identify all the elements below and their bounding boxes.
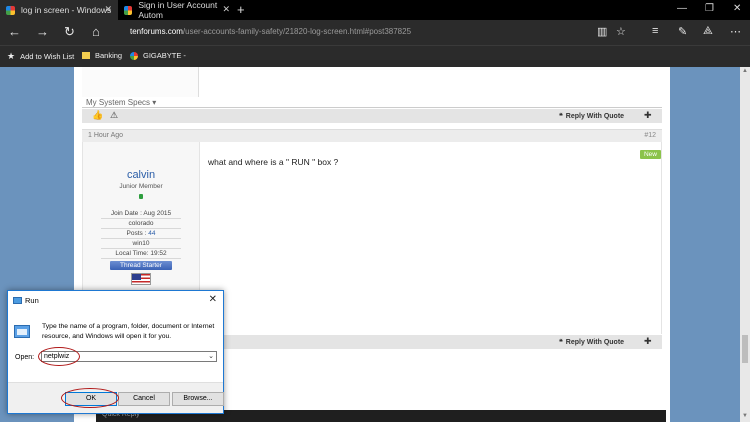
user-title: Junior Member	[119, 183, 163, 190]
reading-view-icon[interactable]: ▥	[597, 25, 607, 38]
tab-title: Sign in User Account Autom	[138, 0, 218, 20]
cancel-button[interactable]: Cancel	[118, 392, 170, 406]
previous-post-userpane	[82, 67, 199, 97]
favorites-bar: ★ Add to Wish List Banking GIGABYTE -	[0, 45, 750, 67]
online-status-icon	[139, 194, 143, 199]
google-icon	[130, 51, 138, 60]
hub-icon[interactable]: ≡	[652, 25, 658, 37]
close-tab-icon[interactable]: ✕	[222, 4, 230, 15]
post-time: 1 Hour Ago	[88, 132, 124, 139]
windows-favicon-icon	[124, 5, 133, 15]
divider	[82, 107, 662, 108]
tab-strip: log in screen - Windows ✕ Sign in User A…	[0, 0, 750, 20]
url-domain: tenforums.com	[130, 27, 183, 36]
system-specs-link[interactable]: My System Specs ▾	[86, 98, 156, 107]
star-icon: ★	[7, 51, 16, 61]
favorite-banking[interactable]: Banking	[82, 51, 122, 60]
reply-with-quote-button[interactable]: Reply With Quote	[559, 338, 624, 346]
post-header: 1 Hour Ago #12	[82, 129, 662, 142]
page-scrollbar[interactable]: ▲ ▼	[740, 67, 750, 422]
run-app-icon	[13, 297, 22, 304]
forward-arrow-icon[interactable]: →	[36, 24, 49, 39]
tab-sign-in-user-account[interactable]: Sign in User Account Autom ✕	[118, 0, 236, 20]
reply-with-quote-button[interactable]: Reply With Quote	[559, 112, 624, 120]
minimize-icon[interactable]: —	[677, 3, 687, 14]
annotation-ellipse	[61, 388, 119, 408]
user-posts: Posts : 44	[101, 229, 181, 239]
navigation-bar: ← → ↻ ⌂ tenforums.com/user-accounts-fami…	[0, 20, 750, 45]
refresh-icon[interactable]: ↻	[64, 24, 75, 40]
user-local-time: Local Time: 19:52	[101, 249, 181, 259]
run-description: Type the name of a program, folder, docu…	[42, 323, 215, 340]
favorite-label: Banking	[95, 51, 123, 60]
thread-starter-badge: Thread Starter	[110, 261, 172, 270]
post-text: what and where is a " RUN " box ?	[208, 157, 339, 167]
previous-post-actions: 👍 ⚠ Reply With Quote ✚	[82, 109, 662, 123]
tab-title: log in screen - Windows	[21, 5, 112, 15]
chevron-down-icon[interactable]: ⌄	[208, 352, 214, 360]
us-flag-icon	[131, 273, 151, 285]
close-tab-icon[interactable]: ✕	[104, 4, 112, 15]
user-os: win10	[101, 239, 181, 249]
run-dialog-title: Run	[25, 296, 39, 305]
browse-button[interactable]: Browse...	[172, 392, 224, 406]
favorite-label: Add to Wish List	[20, 52, 75, 61]
scroll-up-icon[interactable]: ▲	[742, 68, 748, 74]
share-icon[interactable]: ⟁	[703, 25, 713, 38]
favorite-gigabyte[interactable]: GIGABYTE -	[130, 51, 186, 60]
windows-favicon-icon	[6, 5, 15, 15]
back-arrow-icon[interactable]: ←	[8, 24, 21, 39]
annotation-ellipse	[38, 347, 80, 366]
url-path: /user-accounts-family-safety/21820-log-s…	[182, 27, 412, 36]
plus-icon[interactable]: +	[237, 2, 245, 17]
web-note-icon[interactable]: ✎	[678, 25, 687, 38]
new-post-badge: New	[639, 150, 661, 159]
multi-quote-icon[interactable]: ✚	[644, 336, 652, 347]
close-icon[interactable]: ✕	[209, 294, 217, 305]
user-location: colorado	[101, 219, 181, 229]
favorite-star-icon[interactable]: ☆	[616, 25, 626, 38]
run-dialog: Run ✕ Type the name of a program, folder…	[7, 290, 224, 414]
run-program-icon	[14, 325, 30, 338]
username-link[interactable]: calvin	[83, 169, 199, 181]
folder-icon	[82, 52, 90, 59]
close-icon[interactable]: ✕	[733, 3, 741, 14]
scroll-down-icon[interactable]: ▼	[742, 413, 748, 419]
restore-icon[interactable]: ❐	[705, 3, 714, 14]
home-icon[interactable]: ⌂	[92, 24, 100, 39]
run-dialog-titlebar[interactable]: Run ✕	[8, 291, 223, 310]
open-label: Open:	[15, 354, 35, 361]
multi-quote-icon[interactable]: ✚	[644, 110, 652, 121]
post-number-link[interactable]: #12	[644, 132, 656, 139]
favorite-label: GIGABYTE -	[143, 51, 186, 60]
tab-log-in-screen[interactable]: log in screen - Windows ✕	[0, 0, 118, 20]
report-warning-icon[interactable]: ⚠	[110, 110, 118, 121]
thumbs-up-icon[interactable]: 👍	[92, 110, 103, 121]
more-icon[interactable]: ⋯	[730, 25, 741, 38]
scrollbar-thumb[interactable]	[742, 335, 748, 363]
user-join-date: Join Date : Aug 2015	[101, 209, 181, 219]
address-bar[interactable]: tenforums.com/user-accounts-family-safet…	[130, 27, 411, 36]
favorite-add-to-wish-list[interactable]: ★ Add to Wish List	[7, 51, 74, 62]
